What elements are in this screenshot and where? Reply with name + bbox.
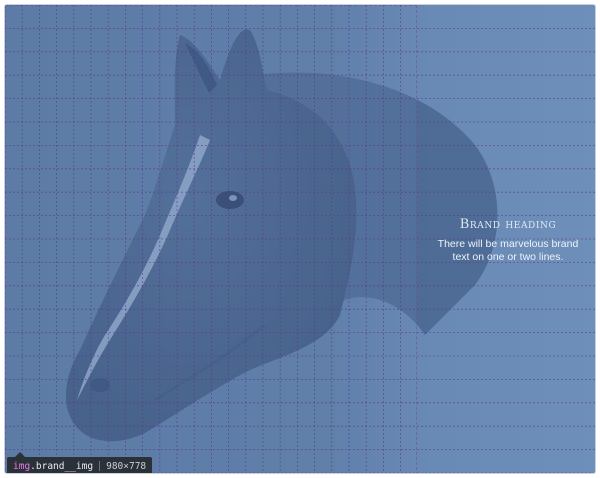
brand-text-block: Brand heading There will be marvelous br… xyxy=(419,217,595,264)
tooltip-arrow-icon xyxy=(15,452,25,457)
devtools-inspector-tooltip: img .brand__img 980×778 xyxy=(7,452,153,473)
brand-heading: Brand heading xyxy=(459,217,557,232)
tooltip-dimensions: 980×778 xyxy=(106,460,147,472)
tooltip-class: .brand__img xyxy=(30,460,94,472)
brand-body-text: There will be marvelous brand text on on… xyxy=(437,238,579,263)
brand-image-highlight xyxy=(5,5,417,473)
browser-viewport: Brand heading There will be marvelous br… xyxy=(4,4,596,474)
brand-section: Brand heading There will be marvelous br… xyxy=(5,5,595,473)
tooltip-separator xyxy=(99,461,101,471)
tooltip-tag: img xyxy=(13,460,31,472)
